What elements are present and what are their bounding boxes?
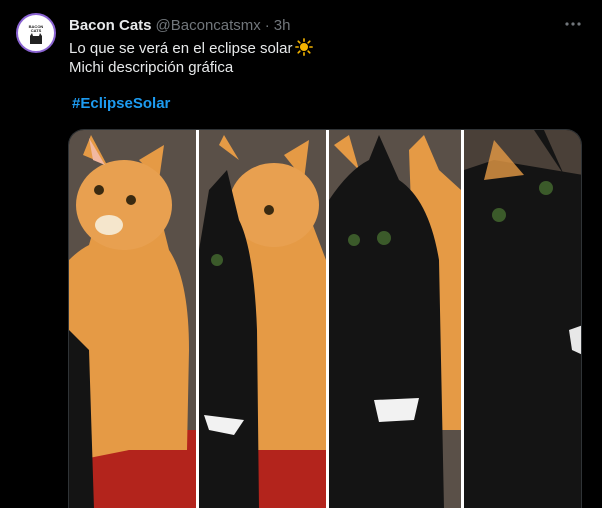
media-panel-orange-cat [69, 130, 196, 508]
tweet-line-2: Michi descripción gráfica [69, 59, 234, 76]
timestamp[interactable]: 3h [274, 17, 291, 34]
more-button[interactable] [562, 13, 584, 35]
media-panel-black-cat-full [464, 130, 581, 508]
media-panel-black-cat-covering [329, 130, 461, 508]
separator-dot: · [264, 16, 270, 34]
author-name[interactable]: Bacon Cats [69, 17, 152, 34]
svg-text:CATS: CATS [31, 28, 42, 33]
hashtag-link[interactable]: #EclipseSolar [72, 95, 170, 112]
avatar-logo-icon: BACON CATS [29, 24, 43, 44]
tweet-header: Bacon Cats @Baconcatsmx · 3h [69, 15, 290, 35]
media-panel-black-cat-entering [199, 130, 326, 508]
tweet-line-1-text: Lo que se verá en el eclipse solar [69, 40, 293, 57]
more-icon [565, 22, 581, 26]
tweet-line-1: Lo que se verá en el eclipse solar [69, 38, 314, 58]
avatar[interactable]: BACON CATS [16, 13, 56, 53]
sun-emoji-icon [295, 38, 314, 56]
tweet-media[interactable] [68, 129, 582, 508]
author-handle[interactable]: @Baconcatsmx [156, 17, 261, 34]
tweet-text: Lo que se verá en el eclipse solar Michi… [69, 38, 314, 78]
